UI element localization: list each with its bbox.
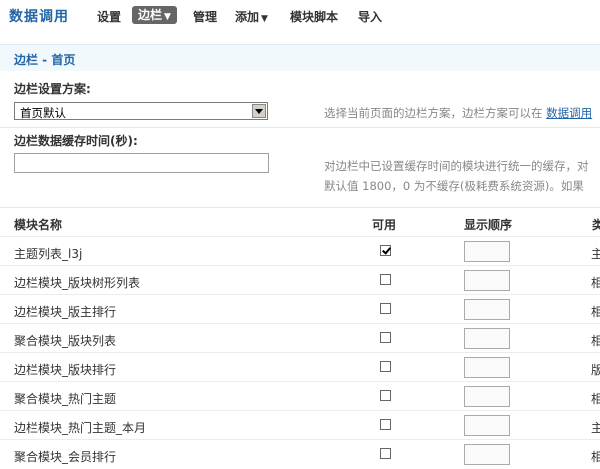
table-row: 边栏模块_版块排行 版	[0, 353, 600, 382]
data-call-link[interactable]: 数据调用	[546, 106, 592, 120]
nav-item-settings[interactable]: 设置	[97, 8, 121, 25]
cache-hint-line2: 默认值 1800，0 为不缓存(极耗费系统资源)。如果	[324, 179, 584, 193]
section-header: 边栏 - 首页	[0, 44, 600, 71]
module-type: 相	[591, 334, 600, 348]
col-header-display-order: 显示顺序	[464, 218, 513, 232]
nav-item-add[interactable]: 添加 ▼	[235, 8, 268, 25]
table-row: 聚合模块_热门主题 相	[0, 382, 600, 411]
col-header-module-name: 模块名称	[14, 218, 63, 232]
nav-item-import[interactable]: 导入	[358, 8, 382, 25]
enabled-checkbox[interactable]	[380, 303, 391, 314]
table-row: 边栏模块_版主排行 相	[0, 295, 600, 324]
display-order-input[interactable]	[464, 270, 510, 291]
module-name: 聚合模块_版块列表	[14, 334, 117, 348]
table-row: 边栏模块_热门主题_本月 主	[0, 411, 600, 440]
module-type: 相	[591, 305, 600, 319]
enabled-checkbox[interactable]	[380, 332, 391, 343]
module-name: 主题列表_l3j	[14, 247, 83, 261]
display-order-input[interactable]	[464, 444, 510, 465]
chevron-down-icon: ▼	[164, 12, 171, 22]
scheme-hint: 选择当前页面的边栏方案，边栏方案可以在 数据调用	[324, 106, 593, 120]
top-nav: 数据调用 设置 边栏 ▼ 管理 添加 ▼ 模块脚本 导入	[0, 0, 600, 32]
scheme-select-value: 首页默认	[20, 106, 66, 120]
module-type: 相	[591, 276, 600, 290]
col-header-type: 类	[592, 218, 600, 232]
display-order-input[interactable]	[464, 357, 510, 378]
cache-label: 边栏数据缓存时间(秒):	[14, 134, 138, 148]
scheme-label: 边栏设置方案:	[14, 82, 91, 96]
display-order-input[interactable]	[464, 386, 510, 407]
enabled-checkbox[interactable]	[380, 361, 391, 372]
table-row: 主题列表_l3j 主	[0, 237, 600, 266]
enabled-checkbox[interactable]	[380, 448, 391, 459]
module-name: 边栏模块_热门主题_本月	[14, 421, 147, 435]
module-type: 相	[591, 392, 600, 406]
module-type: 主	[591, 421, 600, 435]
brand-title: 数据调用	[9, 9, 69, 25]
cache-hint-line1: 对边栏中已设置缓存时间的模块进行统一的缓存，对	[324, 159, 589, 173]
scheme-select[interactable]: 首页默认	[14, 102, 268, 120]
divider	[0, 207, 600, 208]
enabled-checkbox[interactable]	[380, 245, 391, 256]
display-order-input[interactable]	[464, 328, 510, 349]
module-type: 版	[591, 363, 600, 377]
page-title: 边栏 - 首页	[14, 53, 76, 67]
table-row: 聚合模块_版块列表 相	[0, 324, 600, 353]
enabled-checkbox[interactable]	[380, 419, 391, 430]
enabled-checkbox[interactable]	[380, 390, 391, 401]
module-type: 相	[591, 450, 600, 464]
module-name: 边栏模块_版块排行	[14, 363, 117, 377]
enabled-checkbox[interactable]	[380, 274, 391, 285]
nav-item-sidebar[interactable]: 边栏 ▼	[132, 6, 177, 24]
module-name: 边栏模块_版主排行	[14, 305, 117, 319]
display-order-input[interactable]	[464, 241, 510, 262]
cache-time-input[interactable]	[14, 153, 269, 173]
module-type: 主	[591, 247, 600, 261]
table-row: 边栏模块_版块树形列表 相	[0, 266, 600, 295]
display-order-input[interactable]	[464, 415, 510, 436]
divider	[0, 127, 600, 128]
display-order-input[interactable]	[464, 299, 510, 320]
module-name: 聚合模块_热门主题	[14, 392, 117, 406]
nav-item-manage[interactable]: 管理	[193, 8, 217, 25]
chevron-down-icon: ▼	[261, 14, 268, 24]
nav-item-module-scripts[interactable]: 模块脚本	[290, 8, 338, 25]
dropdown-arrow-icon[interactable]	[252, 104, 266, 118]
col-header-enabled: 可用	[372, 218, 397, 232]
module-name: 边栏模块_版块树形列表	[14, 276, 141, 290]
module-name: 聚合模块_会员排行	[14, 450, 117, 464]
table-row: 聚合模块_会员排行 相	[0, 440, 600, 469]
